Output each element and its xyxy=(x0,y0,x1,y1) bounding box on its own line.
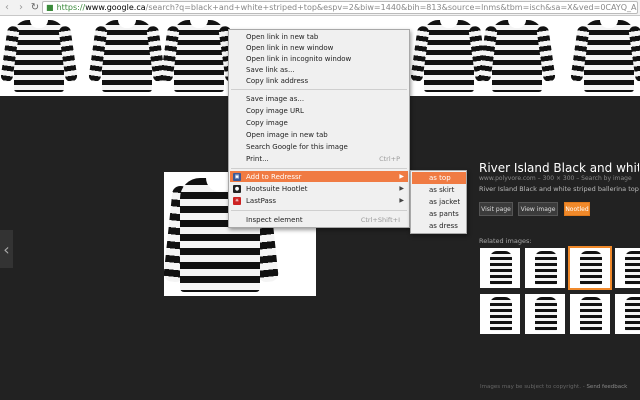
submenu-arrow-icon: ▶ xyxy=(399,185,404,192)
submenu-item-as-jacket[interactable]: as jacket xyxy=(412,196,466,208)
result-thumbnail[interactable] xyxy=(478,16,556,96)
result-thumbnail[interactable] xyxy=(0,16,78,96)
menu-item-hootsuite-hootlet[interactable]: ● Hootsuite Hootlet ▶ xyxy=(230,183,408,194)
menu-item-label: Open link in new window xyxy=(246,43,334,52)
menu-item-label: Print... xyxy=(246,154,269,163)
result-title[interactable]: River Island Black and white strip xyxy=(479,161,639,175)
result-description: River Island Black and white striped bal… xyxy=(479,185,639,193)
menu-item-add-to-redressr[interactable]: ▣ Add to Redressr ▶ xyxy=(230,171,408,182)
menu-item-label: Save image as... xyxy=(246,94,305,103)
result-meta: www.polyvore.com – 300 × 300 – Search by… xyxy=(479,175,639,182)
menu-item-copy-image[interactable]: Copy image xyxy=(230,117,408,128)
redressr-submenu: as top as skirt as jacket as pants as dr… xyxy=(410,170,467,234)
menu-item-label: Copy link address xyxy=(246,76,309,85)
menu-separator xyxy=(231,210,407,211)
menu-item-label: Open image in new tab xyxy=(246,130,328,139)
menu-item-copy-link-address[interactable]: Copy link address xyxy=(230,75,408,86)
menu-item-label: Search Google for this image xyxy=(246,142,348,151)
view-image-button[interactable]: View image xyxy=(518,202,558,216)
submenu-arrow-icon: ▶ xyxy=(399,173,404,180)
nootled-button[interactable]: Nootled xyxy=(564,202,590,216)
menu-item-search-google-image[interactable]: Search Google for this image xyxy=(230,141,408,152)
send-feedback-link[interactable]: Send feedback xyxy=(586,384,627,390)
reload-icon[interactable]: ↻ xyxy=(28,1,42,15)
copyright-notice: Images may be subject to copyright. - xyxy=(480,384,587,390)
url-text: https://www.google.ca/search?q=black+and… xyxy=(56,3,637,12)
submenu-item-as-top[interactable]: as top xyxy=(412,172,466,184)
menu-item-shortcut: Ctrl+P xyxy=(379,154,400,163)
address-bar: ‹ › ↻ ■ https://www.google.ca/search?q=b… xyxy=(0,0,640,16)
related-image[interactable] xyxy=(570,294,610,334)
menu-item-label: Save link as... xyxy=(246,65,295,74)
related-image[interactable] xyxy=(568,246,612,290)
result-thumbnail[interactable] xyxy=(570,16,640,96)
menu-item-label: Copy image xyxy=(246,118,288,127)
menu-item-label: Add to Redressr xyxy=(246,172,302,181)
context-menu: Open link in new tab Open link in new wi… xyxy=(228,29,410,228)
url-input[interactable]: ■ https://www.google.ca/search?q=black+a… xyxy=(42,1,638,14)
related-image[interactable] xyxy=(480,294,520,334)
related-image[interactable] xyxy=(480,248,520,288)
related-image[interactable] xyxy=(525,294,565,334)
menu-item-save-image-as[interactable]: Save image as... xyxy=(230,93,408,104)
related-image[interactable] xyxy=(615,248,640,288)
menu-separator xyxy=(231,168,407,169)
submenu-arrow-icon: ▶ xyxy=(399,197,404,204)
result-size: 300 × 300 xyxy=(542,175,575,182)
meta-separator: – xyxy=(535,175,543,182)
menu-item-lastpass[interactable]: ✳ LastPass ▶ xyxy=(230,195,408,206)
submenu-item-as-skirt[interactable]: as skirt xyxy=(412,184,466,196)
chevron-left-icon: ‹ xyxy=(3,239,10,259)
menu-item-label: Copy image URL xyxy=(246,106,304,115)
menu-item-print[interactable]: Print... Ctrl+P xyxy=(230,153,408,164)
result-thumbnail[interactable] xyxy=(160,16,238,96)
menu-item-label: Open link in new tab xyxy=(246,32,319,41)
result-site[interactable]: www.polyvore.com xyxy=(479,175,536,182)
menu-item-save-link-as[interactable]: Save link as... xyxy=(230,64,408,75)
menu-item-shortcut: Ctrl+Shift+I xyxy=(360,215,400,224)
menu-item-label: Inspect element xyxy=(246,215,303,224)
submenu-item-as-pants[interactable]: as pants xyxy=(412,208,466,220)
visit-page-button[interactable]: Visit page xyxy=(479,202,513,216)
submenu-item-as-dress[interactable]: as dress xyxy=(412,220,466,232)
url-host: www.google.ca xyxy=(85,3,146,12)
menu-item-open-link-incognito[interactable]: Open link in incognito window xyxy=(230,53,408,64)
url-scheme: https:// xyxy=(56,3,86,12)
redressr-icon: ▣ xyxy=(233,173,241,181)
menu-item-label: Open link in incognito window xyxy=(246,54,352,63)
url-path: /search?q=black+and+white+striped+top&es… xyxy=(145,3,637,12)
related-image[interactable] xyxy=(525,248,565,288)
previous-result-button[interactable]: ‹ xyxy=(0,230,13,268)
menu-item-open-image-new-tab[interactable]: Open image in new tab xyxy=(230,129,408,140)
lastpass-icon: ✳ xyxy=(233,197,241,205)
result-thumbnail[interactable] xyxy=(88,16,166,96)
result-thumbnail[interactable] xyxy=(410,16,488,96)
forward-arrow-icon[interactable]: › xyxy=(14,1,28,15)
search-by-image-link[interactable]: Search by image xyxy=(581,175,631,182)
back-arrow-icon[interactable]: ‹ xyxy=(0,1,14,15)
menu-item-label: Hootsuite Hootlet xyxy=(246,184,308,193)
menu-item-copy-image-url[interactable]: Copy image URL xyxy=(230,105,408,116)
menu-item-label: LastPass xyxy=(246,196,277,205)
menu-item-open-link-new-window[interactable]: Open link in new window xyxy=(230,42,408,53)
related-image[interactable] xyxy=(615,294,640,334)
lock-icon: ■ xyxy=(46,3,54,12)
menu-separator xyxy=(231,89,407,90)
hootsuite-icon: ● xyxy=(233,185,241,193)
menu-item-inspect-element[interactable]: Inspect element Ctrl+Shift+I xyxy=(230,214,408,225)
related-images-label: Related images: xyxy=(479,237,532,245)
menu-item-open-link-new-tab[interactable]: Open link in new tab xyxy=(230,31,408,42)
footer: Images may be subject to copyright. - Se… xyxy=(480,384,627,390)
